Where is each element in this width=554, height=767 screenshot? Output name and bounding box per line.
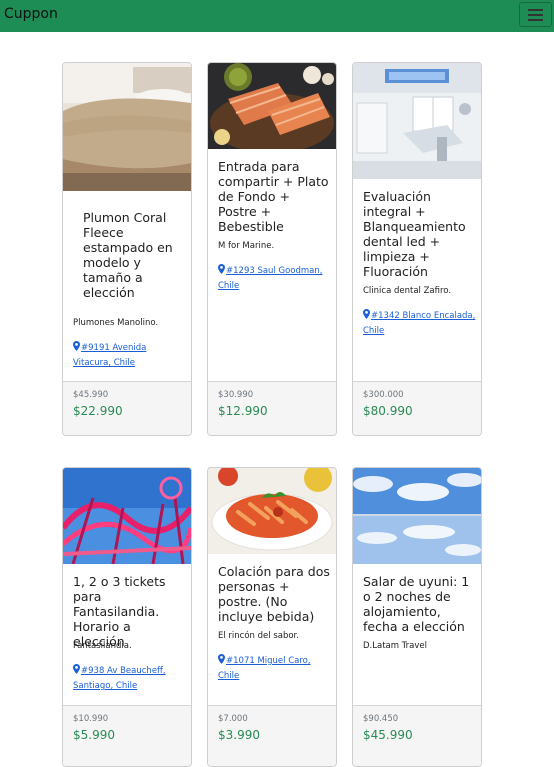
original-price: $7.000 — [218, 714, 248, 724]
location-text: #1293 Saul Goodman, Chile — [218, 266, 323, 291]
original-price: $10.990 — [73, 714, 109, 724]
discount-price: $12.990 — [218, 404, 268, 418]
brand-link[interactable]: Cuppon — [4, 6, 58, 22]
card-footer: $7.000 $3.990 — [208, 705, 336, 766]
deal-title[interactable]: Plumon Coral Fleece estampado en modelo … — [83, 210, 183, 300]
location-text: #1342 Blanco Encalada, Chile — [363, 311, 476, 336]
deal-card[interactable]: Entrada para compartir + Plato de Fondo … — [207, 62, 337, 436]
hamburger-icon — [528, 9, 543, 21]
deal-image — [353, 468, 481, 564]
deal-card[interactable]: Plumon Coral Fleece estampado en modelo … — [62, 62, 192, 436]
merchant-name: El rincón del sabor. — [218, 631, 299, 641]
original-price: $90.450 — [363, 714, 399, 724]
location-link[interactable]: #1342 Blanco Encalada, Chile — [363, 309, 477, 339]
location-link[interactable]: #1071 Miguel Caro, Chile — [218, 654, 332, 684]
deal-title[interactable]: Evaluación integral + Blanqueamiento den… — [363, 189, 475, 279]
map-pin-icon — [218, 264, 225, 274]
card-footer: $300.000 $80.990 — [353, 381, 481, 435]
menu-toggle-button[interactable] — [519, 2, 552, 27]
deal-title[interactable]: Colación para dos personas + postre. (No… — [218, 564, 330, 624]
card-footer: $30.990 $12.990 — [208, 381, 336, 435]
deal-card[interactable]: Evaluación integral + Blanqueamiento den… — [352, 62, 482, 436]
card-footer: $45.990 $22.990 — [63, 381, 191, 435]
discount-price: $3.990 — [218, 728, 260, 742]
map-pin-icon — [363, 309, 370, 319]
map-pin-icon — [73, 341, 80, 351]
original-price: $45.990 — [73, 390, 109, 400]
deal-title[interactable]: Entrada para compartir + Plato de Fondo … — [218, 159, 330, 234]
deal-card[interactable]: 1, 2 o 3 tickets para Fantasilandia. Hor… — [62, 467, 192, 767]
deal-title[interactable]: Salar de uyuni: 1 o 2 noches de alojamie… — [363, 574, 475, 634]
location-text: #1071 Miguel Caro, Chile — [218, 656, 311, 681]
deal-image — [63, 63, 191, 191]
navbar: Cuppon — [0, 0, 554, 32]
map-pin-icon — [218, 654, 225, 664]
discount-price: $5.990 — [73, 728, 115, 742]
merchant-name: Plumones Manolino. — [73, 318, 159, 328]
location-text: #9191 Avenida Vitacura, Chile — [73, 343, 147, 368]
original-price: $300.000 — [363, 390, 404, 400]
merchant-name: D.Latam Travel — [363, 641, 427, 651]
original-price: $30.990 — [218, 390, 254, 400]
deal-image — [208, 63, 336, 149]
merchant-name: Fantasilandia. — [73, 641, 132, 651]
location-link[interactable]: #938 Av Beaucheff, Santiago, Chile — [73, 664, 187, 694]
location-text: #938 Av Beaucheff, Santiago, Chile — [73, 666, 166, 691]
discount-price: $45.990 — [363, 728, 413, 742]
discount-price: $80.990 — [363, 404, 413, 418]
card-footer: $10.990 $5.990 — [63, 705, 191, 766]
location-link[interactable]: #9191 Avenida Vitacura, Chile — [73, 341, 187, 371]
deal-card[interactable]: Colación para dos personas + postre. (No… — [207, 467, 337, 767]
map-pin-icon — [73, 664, 80, 674]
location-link[interactable]: #1293 Saul Goodman, Chile — [218, 264, 332, 294]
merchant-name: M for Marine. — [218, 241, 275, 251]
deal-image — [63, 468, 191, 564]
discount-price: $22.990 — [73, 404, 123, 418]
deal-card[interactable]: Salar de uyuni: 1 o 2 noches de alojamie… — [352, 467, 482, 767]
card-footer: $90.450 $45.990 — [353, 705, 481, 766]
deal-image — [353, 63, 481, 179]
deal-image — [208, 468, 336, 554]
deal-title[interactable]: 1, 2 o 3 tickets para Fantasilandia. Hor… — [73, 574, 185, 649]
merchant-name: Clinica dental Zafiro. — [363, 286, 452, 296]
